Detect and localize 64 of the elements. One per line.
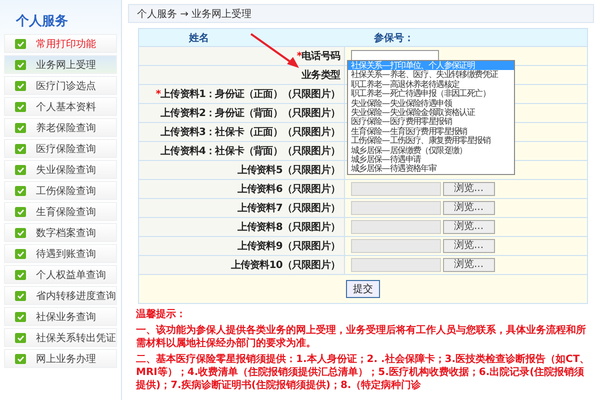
file-path-field[interactable] [351, 220, 441, 234]
check-icon [15, 122, 26, 132]
browse-button[interactable]: 浏览... [443, 239, 495, 253]
phone-label: *电话号码 [139, 47, 345, 65]
annotation-arrow [250, 33, 300, 69]
check-icon [15, 312, 26, 322]
sidebar-item[interactable]: 工伤保险查询 [4, 181, 117, 200]
browse-button[interactable]: 浏览... [443, 220, 495, 234]
check-icon [15, 38, 26, 48]
notes-title: 温馨提示： [136, 308, 187, 321]
insurance-number-label: 参保号： [374, 32, 414, 44]
sidebar-item[interactable]: 生育保险查询 [4, 202, 117, 221]
upload-label: 上传资料6（只限图片） [139, 180, 345, 198]
notes-paragraph: 二、基本医疗保险零星报销须提供：1.本人身份证；2. .社会保障卡；3.医技类检查诊断报告（如CT、MRI等）；4.收费清单（住院报销须提供汇总清单）；5.医疗机构收费收据；6.出院记录(住院报销须提供)；7.疾病诊断证明书(住院报销须提供)；8.（特定病种门诊 [136, 353, 590, 392]
check-icon [15, 332, 26, 342]
breadcrumb: 个人服务 → 业务网上受理 [128, 4, 594, 23]
dropdown-list[interactable]: 社保关系—打印单位、个人参保证明 社保关系—养老、医疗、失业转移缴费凭证 职工养老—高退休养老待遇核定 职工养老—死亡待遇申报（非因工死亡） 失业保险—失业保险待遇申领 失业保险—失业保险金领取资格认证 医疗保险—医疗费用零星报销 生育保险—生育医疗费用零星报销 工伤保险—工伤医疗、康复费用零星报销 城乡居保—居保缴费（仅限趸缴） 城乡居保—待遇申请 城乡居保—待遇资格年审 [347, 60, 515, 175]
check-icon [15, 144, 26, 154]
sidebar-title: 个人服务 [15, 13, 69, 31]
sidebar-item[interactable]: 医疗门诊选点 [4, 76, 117, 95]
file-path-field[interactable] [351, 258, 441, 272]
check-icon [15, 270, 26, 280]
sidebar-item[interactable]: 医疗保险查询 [4, 139, 117, 158]
file-path-field[interactable] [351, 239, 441, 253]
check-icon [15, 164, 26, 174]
upload-label: 上传资料10（只限图片） [139, 256, 345, 274]
check-icon [15, 80, 26, 90]
sidebar-item[interactable]: 养老保险查询 [4, 118, 117, 137]
submit-button[interactable]: 提交 [346, 280, 380, 298]
sidebar-item[interactable]: 常用打印功能 [4, 34, 117, 53]
check-icon [15, 228, 26, 238]
sidebar-item[interactable]: 社保关系转出凭证 [4, 328, 117, 347]
name-label: 姓名 [188, 32, 210, 44]
sidebar-item[interactable]: 个人权益单查询 [4, 265, 117, 284]
check-icon [15, 248, 26, 258]
sidebar-item[interactable]: 待遇到账查询 [4, 244, 117, 263]
upload-label: 上传资料8（只限图片） [139, 218, 345, 236]
upload-label: 上传资料7（只限图片） [139, 199, 345, 217]
check-icon [15, 102, 26, 112]
check-icon [15, 290, 26, 300]
check-icon [15, 354, 26, 364]
upload-label: 上传资料3：社保卡（正面）（只限图片） [139, 123, 345, 141]
sidebar-item[interactable]: 社保业务查询 [4, 307, 117, 326]
upload-label: *上传资料1：身份证（正面）（只限图片） [139, 85, 345, 103]
upload-label: 上传资料9（只限图片） [139, 237, 345, 255]
sidebar-item[interactable]: 网上业务办理 [4, 349, 117, 368]
upload-label: 上传资料2：身份证（背面）（只限图片） [139, 104, 345, 122]
upload-label: 上传资料4：社保卡（背面）（只限图片） [139, 142, 345, 160]
file-path-field[interactable] [351, 182, 441, 196]
upload-label: 上传资料5（只限图片） [139, 161, 345, 179]
sidebar-item[interactable]: 失业保险查询 [4, 160, 117, 179]
notes-paragraph: 一、该功能为参保人提供各类业务的网上受理，业务受理后将有工作人员与您联系，具体业务流程和所需材料以属地社保经办部门的要求为准。 [136, 324, 587, 350]
browse-button[interactable]: 浏览... [443, 258, 495, 272]
check-icon [15, 206, 26, 216]
check-icon [15, 60, 26, 70]
sidebar-item[interactable]: 个人基本资料 [4, 97, 117, 116]
business-type-label: 业务类型 [139, 66, 345, 84]
browse-button[interactable]: 浏览... [443, 182, 495, 196]
sidebar-item[interactable]: 业务网上受理 [4, 55, 117, 74]
browse-button[interactable]: 浏览... [443, 201, 495, 215]
sidebar-item[interactable]: 省内转移进度查询 [4, 286, 117, 305]
file-path-field[interactable] [351, 201, 441, 215]
sidebar-item[interactable]: 数字档案查询 [4, 223, 117, 242]
check-icon [15, 186, 26, 196]
